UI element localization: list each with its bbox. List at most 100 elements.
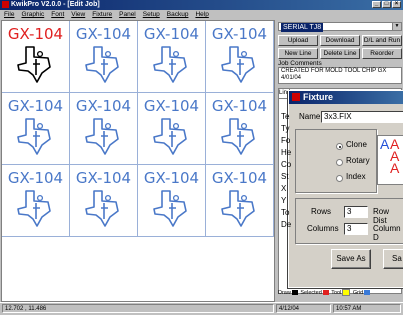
line-list-item[interactable]: He [281,148,291,157]
texas-logo-icon [17,118,51,155]
preview-letter-blue: A [380,136,390,152]
line-list-item[interactable]: Te [281,112,289,121]
fixture-cell[interactable]: GX-104 [70,21,138,93]
fixture-cell[interactable]: GX-104 [138,21,206,93]
menu-bar: File Graphic Font View Fixture Panel Setup Back… [0,10,403,19]
cell-label: GX-104 [7,25,64,43]
delete-line-button[interactable]: Delete Line [320,48,360,59]
cell-label: GX-104 [75,25,132,43]
fixture-cell[interactable]: GX-104 [138,165,206,237]
cell-label: GX-104 [75,169,132,187]
cell-label: GX-104 [211,169,268,187]
line-list-item[interactable]: Co [281,160,291,169]
column-dist-label: Column D [373,224,401,242]
legend-grid-label: Grid [352,289,364,296]
line-list-item[interactable]: Y [281,196,286,205]
minimize-button[interactable]: _ [372,1,381,8]
port-select[interactable]: SERIAL TJ8 ▼ [278,22,402,32]
texas-logo-icon [221,118,255,155]
fixture-cell[interactable]: GX-104 [2,21,70,93]
preview-letter-red-3: A [390,160,400,176]
menu-panel[interactable]: Panel [119,11,136,18]
texas-logo-icon [85,190,119,227]
cursor-coordinates: 12.702 , 11.486 [2,304,274,313]
window-title: KwikPro V2.0.0 - [Edit Job] [11,1,100,8]
legend-selected-label: Selected [300,289,322,296]
texas-logo-icon [17,190,51,227]
columns-label: Columns [307,224,339,233]
fixture-cell[interactable]: GX-104 [2,93,70,165]
menu-fixture[interactable]: Fixture [92,11,112,18]
rows-input[interactable]: 3 [344,206,368,218]
menu-backup[interactable]: Backup [167,11,189,18]
menu-font[interactable]: Font [51,11,64,18]
name-input[interactable]: 3x3.FIX [321,111,403,123]
fixture-cell[interactable]: GX-104 [138,93,206,165]
line-list-item[interactable]: To [281,208,289,217]
cell-label: GX-104 [7,97,64,115]
cell-label: GX-104 [7,169,64,187]
texas-logo-icon [221,46,255,83]
maximize-button[interactable]: □ [382,1,391,8]
job-canvas[interactable]: GX-104 GX-104 GX-104 GX-104 GX-104 GX-104 GX-1… [1,20,275,302]
cell-label: GX-104 [211,25,268,43]
fixture-cell[interactable]: GX-104 [2,165,70,237]
port-select-value: SERIAL TJ8 [281,23,324,32]
fixture-cell[interactable]: GX-104 [206,21,274,93]
app-icon [2,1,9,8]
download-and-run-button[interactable]: D/L and Run [362,35,402,46]
texas-logo-icon [153,118,187,155]
save-button[interactable]: Sa [383,249,403,269]
cell-label: GX-104 [143,97,200,115]
job-comments-field[interactable]: CREATED FOR MOLD TOOL CHIP GX 4/01/04 [278,67,402,84]
fixture-cell[interactable]: GX-104 [70,93,138,165]
name-label: Name [299,112,321,121]
cell-label: GX-104 [143,25,200,43]
legend-draw-swatch [291,290,298,295]
close-button[interactable]: × [392,1,401,8]
fixture-dialog-titlebar[interactable]: Fixture [289,91,403,104]
job-comments-line2: 4/01/04 [281,75,302,81]
menu-file[interactable]: File [4,11,14,18]
cell-label: GX-104 [75,97,132,115]
clone-radio[interactable] [336,143,343,150]
rotary-label: Rotary [346,156,370,165]
upload-button[interactable]: Upload [278,35,318,46]
fixture-cell[interactable]: GX-104 [70,165,138,237]
fixture-cell[interactable]: GX-104 [206,93,274,165]
cell-label: GX-104 [211,97,268,115]
legend-tool-label: Tool [331,289,342,296]
fixture-dialog-title: Fixture [303,92,334,102]
menu-view[interactable]: View [71,11,85,18]
texas-logo-icon [85,118,119,155]
status-date: 4/12/04 [276,304,331,313]
legend-grid-swatch [364,290,371,295]
line-list-item[interactable]: Fo [281,136,290,145]
new-line-button[interactable]: New Line [278,48,318,59]
fixture-cell[interactable]: GX-104 [206,165,274,237]
menu-setup[interactable]: Setup [143,11,160,18]
reorder-button[interactable]: Reorder [362,48,402,59]
cell-label: GX-104 [143,169,200,187]
save-as-button[interactable]: Save As [331,249,371,269]
index-label: Index [346,172,366,181]
line-list-item[interactable]: Ty [281,124,289,133]
line-list-item[interactable]: X [281,184,286,193]
chevron-down-icon[interactable]: ▼ [392,23,401,30]
index-radio[interactable] [336,175,343,182]
legend-selected-swatch [322,290,329,295]
menu-help[interactable]: Help [195,11,208,18]
texas-logo-icon [153,190,187,227]
download-button[interactable]: Download [320,35,360,46]
texas-logo-icon [221,190,255,227]
menu-graphic[interactable]: Graphic [21,11,44,18]
line-list-item[interactable]: St [281,172,289,181]
rows-label: Rows [311,207,332,216]
columns-input[interactable]: 3 [344,223,368,235]
line-list-item[interactable]: De [281,220,291,229]
clone-label: Clone [346,140,367,149]
rotary-radio[interactable] [336,159,343,166]
title-bar: KwikPro V2.0.0 - [Edit Job] _ □ × [0,0,403,10]
fixture-icon [292,93,300,101]
job-comments-label: Job Comments [278,60,322,67]
